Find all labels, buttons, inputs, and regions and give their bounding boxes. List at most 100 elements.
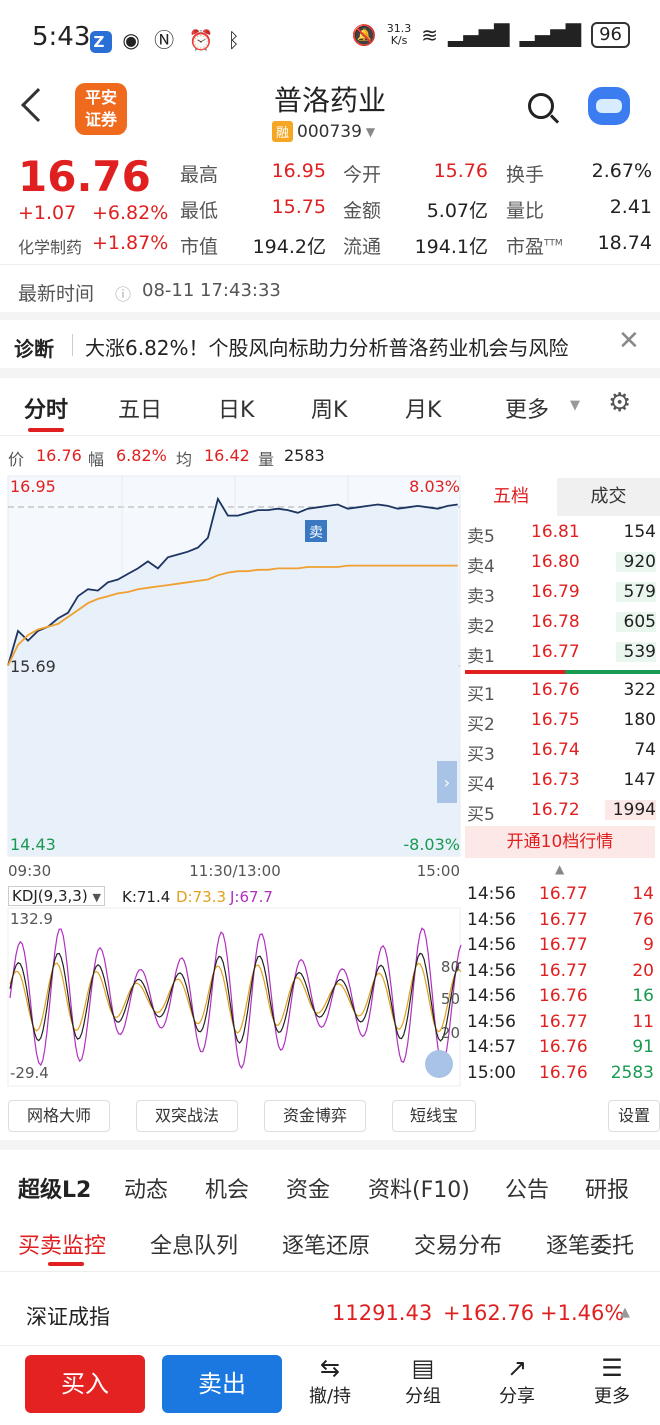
info-avg-key: 均 — [176, 450, 193, 469]
cancel-hold-button[interactable]: ⇆ 撤/持 — [300, 1354, 360, 1408]
tab-f10[interactable]: 资料(F10) — [368, 1172, 470, 1204]
quote-panel: 16.76 +1.07 +6.82% 化学制药 +1.87% 最高 最低 市值 … — [0, 150, 660, 265]
info-amp-key: 幅 — [88, 450, 105, 469]
kdj-r80: 80 — [441, 958, 460, 976]
stock-code-selector[interactable]: 融 000739 ▼ — [272, 121, 375, 142]
label-top-left: 16.95 — [10, 477, 56, 496]
sell-level-4[interactable]: 卖2 16.78 605 — [465, 608, 660, 638]
value-high: 16.95 — [271, 160, 326, 182]
subtab-full-queue[interactable]: 全息队列 — [150, 1228, 238, 1260]
buy-level-4[interactable]: 买4 16.73 147 — [465, 766, 660, 796]
tab-funds[interactable]: 资金 — [286, 1172, 330, 1204]
diagnosis-banner[interactable]: 诊断 大涨6.82%！个股风向标助力分析普洛药业机会与风险 ✕ — [0, 320, 660, 378]
tab-announcement[interactable]: 公告 — [505, 1172, 549, 1204]
share-button[interactable]: ↗ 分享 — [487, 1354, 547, 1408]
tab-monthly-k[interactable]: 月K — [405, 392, 441, 424]
level-label: 买2 — [467, 715, 495, 735]
intraday-chart[interactable]: 16.95 8.03% 15.69 14.43 -8.03% 09:30 11:… — [0, 472, 465, 884]
tool-settings[interactable]: 设置 — [608, 1100, 660, 1132]
sector-name[interactable]: 化学制药 — [18, 234, 82, 258]
divider — [72, 334, 73, 356]
level-label: 卖3 — [467, 587, 495, 607]
kdj-r50: 50 — [441, 990, 460, 1008]
tab-five-levels[interactable]: 五档 — [465, 478, 557, 516]
sell-level-5[interactable]: 卖1 16.77 539 — [465, 638, 660, 668]
bluetooth-icon: ᛒ — [227, 28, 244, 52]
trade-price: 16.76 — [539, 986, 588, 1006]
buy-level-5[interactable]: 买5 16.72 1994 — [465, 796, 660, 826]
tool-grid-master[interactable]: 网格大师 — [8, 1100, 110, 1132]
level-label: 卖2 — [467, 617, 495, 637]
price-change: +1.07 — [18, 202, 77, 224]
chevron-down-icon: ▼ — [570, 398, 580, 413]
trade-row: 15:00 16.76 2583 — [465, 1063, 660, 1093]
open-10-level-button[interactable]: 开通10档行情 — [465, 826, 655, 858]
tool-short-term[interactable]: 短线宝 — [392, 1100, 476, 1132]
trade-volume: 14 — [632, 884, 654, 904]
assistant-robot-icon[interactable] — [588, 87, 630, 125]
order-book: 五档 成交 卖5 16.81 154 卖4 16.80 920 卖3 16.79 5… — [465, 478, 660, 858]
tab-dynamics[interactable]: 动态 — [124, 1172, 168, 1204]
subtab-tick-replay[interactable]: 逐笔还原 — [282, 1228, 370, 1260]
buy-level-1[interactable]: 买1 16.76 322 — [465, 676, 660, 706]
more-label: 更多 — [594, 1386, 630, 1407]
close-icon[interactable]: ✕ — [618, 326, 640, 356]
info-avg-value: 16.42 — [204, 446, 250, 465]
sell-level-1[interactable]: 卖5 16.81 154 — [465, 518, 660, 548]
tab-daily-k[interactable]: 日K — [218, 392, 254, 424]
more-button[interactable]: ☰ 更多 — [582, 1354, 642, 1408]
tab-super-l2[interactable]: 超级L2 — [18, 1172, 91, 1204]
sell-level-2[interactable]: 卖4 16.80 920 — [465, 548, 660, 578]
index-ticker[interactable]: 深证成指 11291.43 +162.76 +1.46% ▲ — [0, 1285, 660, 1345]
buy-level-3[interactable]: 买3 16.74 74 — [465, 736, 660, 766]
kdj-d-line — [9, 962, 462, 1034]
trade-time: 14:57 — [467, 1037, 516, 1057]
kdj-indicator[interactable]: KDJ(9,3,3) ▼ K:71.4 D:73.3 J:67.7 132.9 … — [0, 880, 465, 1090]
subtab-tick-orders[interactable]: 逐笔委托 — [546, 1228, 634, 1260]
sell-button[interactable]: 卖出 — [162, 1355, 282, 1413]
tool-fund-game[interactable]: 资金博弈 — [264, 1100, 366, 1132]
level-volume: 1994 — [604, 800, 656, 820]
chevron-up-icon[interactable]: ▲ — [620, 1305, 630, 1320]
tab-opportunity[interactable]: 机会 — [205, 1172, 249, 1204]
trade-time: 15:00 — [467, 1062, 516, 1083]
label-low: 最低 — [180, 200, 219, 222]
update-time-row: 最新时间 ⓘ 08-11 17:43:33 — [0, 265, 660, 320]
trade-time: 14:56 — [467, 909, 516, 930]
label-pe: 市盈TTM — [506, 236, 563, 258]
fullscreen-icon[interactable] — [425, 1050, 453, 1078]
tab-research[interactable]: 研报 — [585, 1172, 629, 1204]
sell-level-3[interactable]: 卖3 16.79 579 — [465, 578, 660, 608]
sell-marker-label: 卖 — [309, 525, 323, 541]
info-icon[interactable]: ⓘ — [115, 281, 131, 305]
status-bar: 5:43 Z ◉ Ⓝ ⏰ ᛒ 🔕 31.3 K/s ≋ ▂▄▆█ ▂▄▆█ 96 — [0, 0, 660, 75]
trade-volume: 91 — [632, 1037, 654, 1057]
tab-more[interactable]: 更多 — [505, 392, 549, 424]
tab-intraday[interactable]: 分时 — [24, 392, 68, 424]
level-volume: 539 — [615, 642, 656, 662]
tab-trades[interactable]: 成交 — [557, 478, 660, 516]
info-vol-key: 量 — [258, 450, 275, 469]
tab-weekly-k[interactable]: 周K — [311, 392, 347, 424]
tool-double-breakout[interactable]: 双突战法 — [136, 1100, 238, 1132]
buy-button[interactable]: 买入 — [25, 1355, 145, 1413]
buy-level-2[interactable]: 买2 16.75 180 — [465, 706, 660, 736]
active-subtab-indicator — [48, 1262, 84, 1266]
info-vol-value: 2583 — [284, 446, 325, 465]
search-icon[interactable] — [528, 93, 554, 119]
tick-trades[interactable]: ▲ 14:56 16.77 14 14:56 16.77 76 14:56 16.7… — [465, 862, 660, 1093]
mute-icon: 🔕 — [351, 23, 377, 47]
time-start: 09:30 — [8, 862, 51, 880]
gear-icon[interactable]: ⚙ — [608, 388, 631, 418]
kdj-r20: 20 — [441, 1024, 460, 1042]
tab-five-day[interactable]: 五日 — [118, 392, 162, 424]
chevron-up-icon[interactable]: ▲ — [555, 862, 564, 876]
kdj-j-line — [9, 927, 462, 1070]
subtab-trade-distribution[interactable]: 交易分布 — [414, 1228, 502, 1260]
trade-volume: 20 — [632, 960, 654, 981]
subtab-bid-ask-monitor[interactable]: 买卖监控 — [18, 1228, 106, 1260]
l2-subtabs: 买卖监控 全息队列 逐笔还原 交易分布 逐笔委托 — [0, 1210, 660, 1272]
label-high: 最高 — [180, 164, 219, 186]
group-button[interactable]: ▤ 分组 — [393, 1354, 453, 1408]
level-price: 16.75 — [531, 710, 580, 730]
